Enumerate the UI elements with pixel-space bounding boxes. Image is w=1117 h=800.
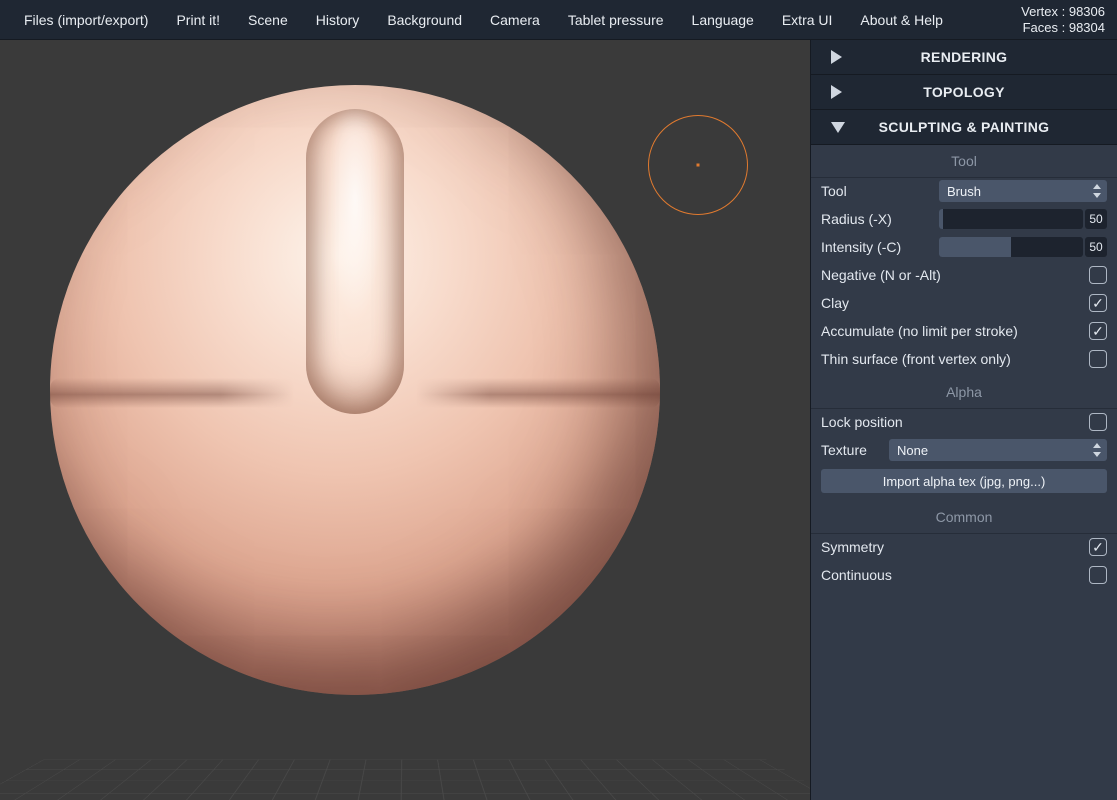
- radius-value[interactable]: 50: [1085, 209, 1107, 229]
- continuous-checkbox[interactable]: [1089, 566, 1107, 584]
- section-heading-alpha: Alpha: [811, 376, 1117, 409]
- mesh-stats: Vertex : 98306 Faces : 98304: [1021, 0, 1105, 40]
- menu-background[interactable]: Background: [373, 0, 476, 40]
- alpha-section: Lock position Texture None Import alpha …: [811, 409, 1117, 501]
- intensity-label: Intensity (-C): [821, 239, 931, 255]
- import-alpha-button[interactable]: Import alpha tex (jpg, png...): [821, 469, 1107, 493]
- clay-checkbox[interactable]: [1089, 294, 1107, 312]
- intensity-slider[interactable]: [939, 237, 1083, 257]
- texture-label: Texture: [821, 442, 881, 458]
- negative-checkbox[interactable]: [1089, 266, 1107, 284]
- viewport-3d[interactable]: [0, 40, 810, 800]
- lock-position-checkbox[interactable]: [1089, 413, 1107, 431]
- panel-sculpting-title: SCULPTING & PAINTING: [879, 119, 1050, 135]
- menu-files[interactable]: Files (import/export): [10, 0, 162, 40]
- accumulate-checkbox[interactable]: [1089, 322, 1107, 340]
- menubar: Files (import/export) Print it! Scene Hi…: [0, 0, 1117, 40]
- chevron-right-icon: [831, 85, 842, 99]
- section-heading-common: Common: [811, 501, 1117, 534]
- menu-language[interactable]: Language: [678, 0, 768, 40]
- radius-slider[interactable]: [939, 209, 1083, 229]
- vertex-count: Vertex : 98306: [1021, 4, 1105, 20]
- tool-select[interactable]: Brush: [939, 180, 1107, 202]
- radius-slider-fill: [939, 209, 943, 229]
- section-heading-tool: Tool: [811, 145, 1117, 178]
- texture-select[interactable]: None: [889, 439, 1107, 461]
- chevron-right-icon: [831, 50, 842, 64]
- thin-surface-label: Thin surface (front vertex only): [821, 351, 1081, 367]
- thin-surface-checkbox[interactable]: [1089, 350, 1107, 368]
- continuous-label: Continuous: [821, 567, 1081, 583]
- symmetry-checkbox[interactable]: [1089, 538, 1107, 556]
- tool-section: Tool Brush Radius (-X) 50 Intensity (-C)…: [811, 178, 1117, 376]
- panel-sculpting-header[interactable]: SCULPTING & PAINTING: [811, 110, 1117, 145]
- radius-label: Radius (-X): [821, 211, 931, 227]
- menu-extra-ui[interactable]: Extra UI: [768, 0, 847, 40]
- menu-camera[interactable]: Camera: [476, 0, 554, 40]
- side-panel: RENDERING TOPOLOGY SCULPTING & PAINTING …: [810, 40, 1117, 800]
- symmetry-label: Symmetry: [821, 539, 1081, 555]
- menu-tablet[interactable]: Tablet pressure: [554, 0, 678, 40]
- panel-rendering-title: RENDERING: [921, 49, 1008, 65]
- sculpt-mesh-sphere[interactable]: [50, 85, 660, 695]
- tool-select-value: Brush: [947, 184, 981, 199]
- accumulate-label: Accumulate (no limit per stroke): [821, 323, 1081, 339]
- clay-label: Clay: [821, 295, 1081, 311]
- tool-label: Tool: [821, 183, 931, 199]
- lock-position-label: Lock position: [821, 414, 1081, 430]
- face-count: Faces : 98304: [1021, 20, 1105, 36]
- menu-history[interactable]: History: [302, 0, 374, 40]
- menu-print[interactable]: Print it!: [162, 0, 234, 40]
- common-section: Symmetry Continuous: [811, 534, 1117, 592]
- panel-topology-header[interactable]: TOPOLOGY: [811, 75, 1117, 110]
- panel-topology-title: TOPOLOGY: [923, 84, 1005, 100]
- brush-cursor-icon: [648, 115, 748, 215]
- intensity-value[interactable]: 50: [1085, 237, 1107, 257]
- menu-scene[interactable]: Scene: [234, 0, 302, 40]
- grid-floor: [0, 760, 810, 800]
- texture-select-value: None: [897, 443, 928, 458]
- chevron-down-icon: [831, 122, 845, 133]
- menu-about[interactable]: About & Help: [846, 0, 957, 40]
- intensity-slider-fill: [939, 237, 1011, 257]
- panel-rendering-header[interactable]: RENDERING: [811, 40, 1117, 75]
- negative-label: Negative (N or -Alt): [821, 267, 1081, 283]
